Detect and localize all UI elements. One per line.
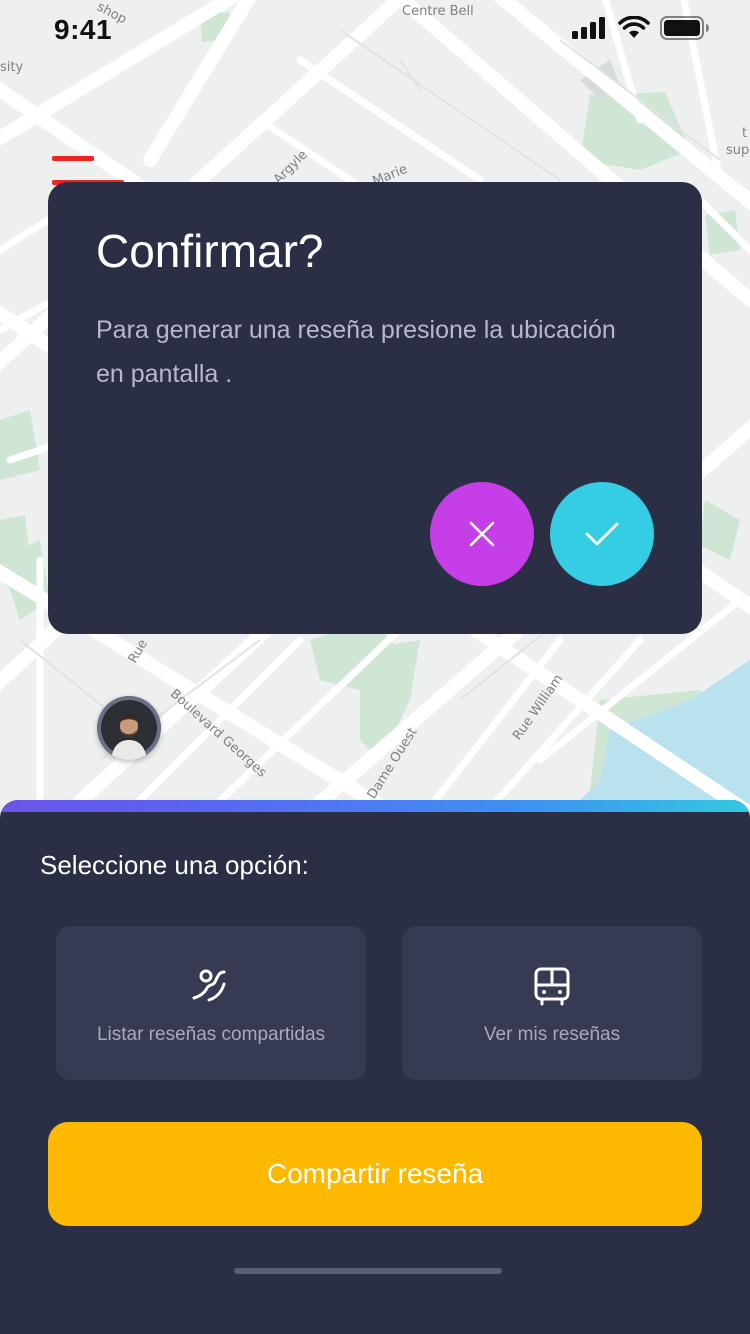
map-label-right-sup: sup	[726, 143, 750, 158]
home-indicator	[234, 1268, 502, 1274]
dialog-message: Para generar una reseña presione la ubic…	[96, 316, 616, 388]
person-route-icon	[192, 969, 226, 1002]
dialog-title: Confirmar?	[96, 225, 324, 277]
close-icon	[469, 521, 495, 547]
share-review-button[interactable]: Compartir reseña	[48, 1122, 702, 1226]
map-label-right-t: t	[742, 126, 748, 141]
confirm-dialog: Confirmar? Para generar una reseña presi…	[48, 182, 702, 634]
option-mine-label: Ver mis reseñas	[483, 1024, 621, 1045]
wifi-icon	[618, 16, 650, 38]
signal-icon	[572, 17, 605, 39]
avatar[interactable]	[97, 696, 161, 760]
confirm-button[interactable]	[550, 482, 654, 586]
option-shared-label: Listar reseñas compartidas	[96, 1024, 326, 1045]
status-bar: 9:41	[0, 0, 750, 60]
option-shared-reviews[interactable]: Listar reseñas compartidas	[56, 926, 366, 1080]
map-label-sity: sity	[0, 60, 24, 75]
check-icon	[585, 522, 619, 546]
avatar-photo	[97, 696, 161, 760]
status-time: 9:41	[54, 14, 113, 45]
option-my-reviews[interactable]: Ver mis reseñas	[402, 926, 702, 1080]
bus-icon	[534, 967, 570, 1006]
sheet-gradient-bar	[0, 800, 750, 812]
cancel-button[interactable]	[430, 482, 534, 586]
menu-line-1	[52, 156, 94, 161]
bottom-sheet: Seleccione una opción: Listar reseñas co…	[0, 800, 750, 1334]
sheet-title: Seleccione una opción:	[40, 850, 309, 880]
battery-icon	[660, 16, 709, 40]
status-icons	[572, 16, 710, 40]
